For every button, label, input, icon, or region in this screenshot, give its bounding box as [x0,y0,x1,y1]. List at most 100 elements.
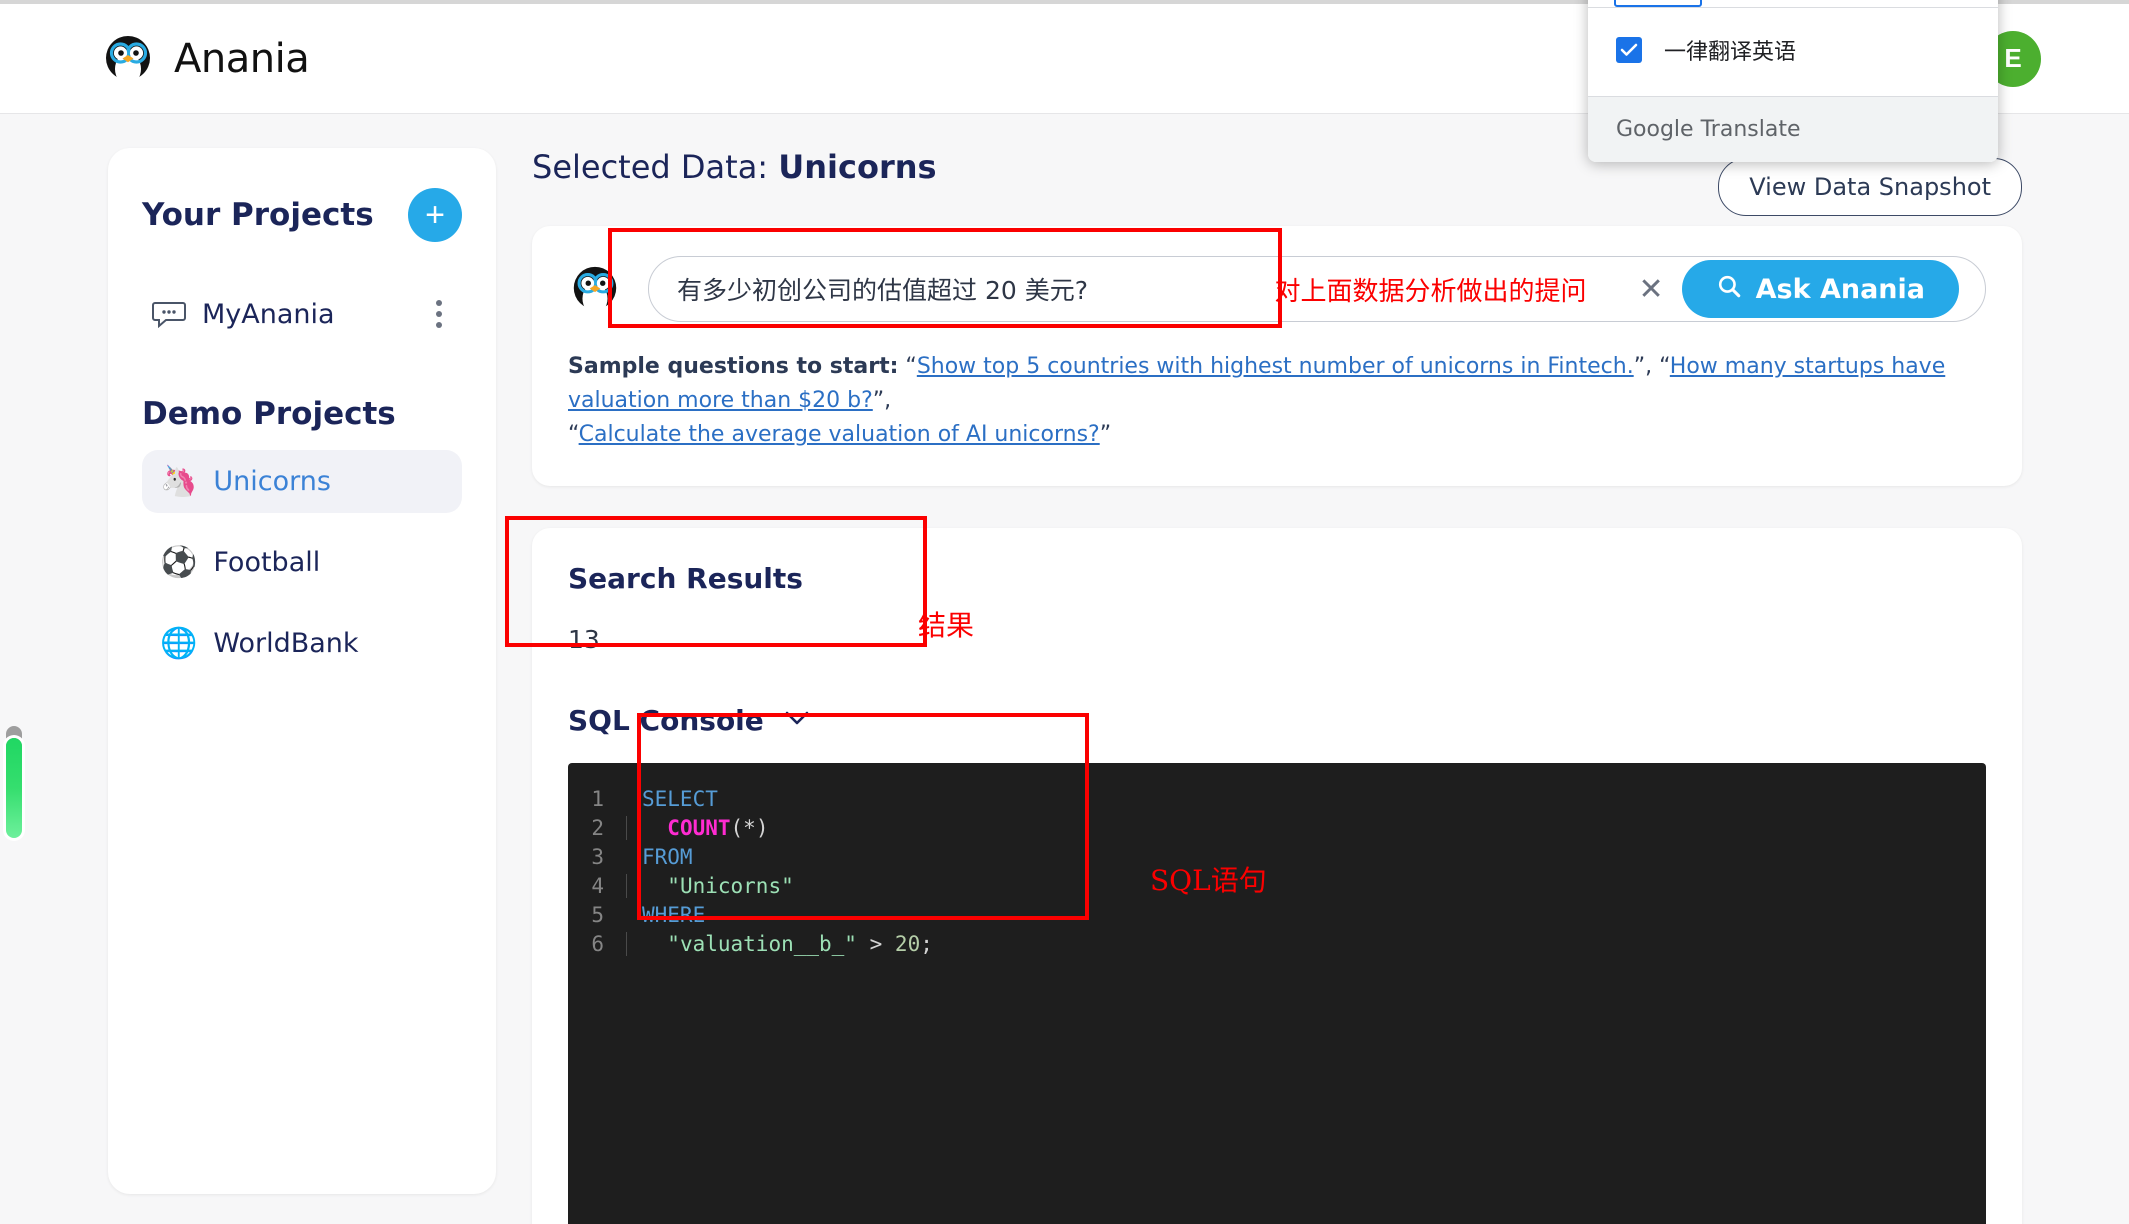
translate-footer-text: Translate [1700,117,1801,142]
close-icon[interactable]: ✕ [1621,272,1682,307]
indent-guide [626,874,627,899]
line-number: 5 [591,903,604,928]
sidebar-item-worldbank[interactable]: 🌐 WorldBank [142,612,462,675]
always-translate-label: 一律翻译英语 [1664,40,1797,65]
translate-tabs: 英语 中文（简体） [1588,0,1998,8]
code-text: FROM [626,845,693,869]
sample-question-1[interactable]: Show top 5 countries with highest number… [917,354,1634,379]
code-token: ( [730,816,744,841]
football-icon: ⚽ [160,544,198,580]
input-annotation-text: 对上面数据分析做出的提问 [1274,276,1587,307]
penguin-avatar-icon [568,262,622,316]
code-line: 3 FROM [568,845,1986,874]
line-number: 2 [591,816,604,841]
google-translate-popup: 英语 中文（简体） 一律翻译英语 Google Translate [1588,0,1998,162]
unicorn-icon: 🦄 [160,463,198,499]
sidebar-item-unicorns[interactable]: 🦄 Unicorns [142,450,462,513]
sidebar-header: Your Projects + [142,188,462,242]
sidebar-item-label: Unicorns [213,466,331,497]
chat-bubble-icon [152,300,194,328]
results-annotation-text: 结果 [918,609,975,643]
selected-data-value: Unicorns [778,148,937,186]
google-logo-text: Google [1616,117,1694,142]
your-projects-title: Your Projects [142,197,374,233]
code-line: 1 SELECT [568,787,1986,816]
code-line: 2 COUNT(*) [568,816,1986,845]
results-card: Search Results 13 结果 SQL Console 1 SELECT… [532,528,2022,1224]
demo-projects-title: Demo Projects [142,396,396,432]
ask-card: 对上面数据分析做出的提问 ✕ Ask Anania Sample q [532,226,2022,487]
sql-code-editor[interactable]: 1 SELECT 2 COUNT(*) 3 FROM 4 "Unicorns" 5 WHERE… [568,763,1986,1224]
code-text: WHERE [626,903,705,927]
tab-chinese[interactable]: 中文（简体） [1710,0,1878,7]
code-token: COUNT [667,816,731,841]
search-results-title: Search Results [568,562,803,596]
line-number: 1 [591,787,604,812]
code-token: > [869,932,883,957]
sidebar-item-label: WorldBank [213,628,359,659]
code-token: 20 [894,932,921,957]
translate-footer: Google Translate [1588,96,1998,162]
always-translate-checkbox[interactable] [1616,37,1642,63]
code-line: 4 "Unicorns" [568,874,1986,903]
code-token: WHERE [642,903,706,928]
code-text: SELECT [626,787,718,811]
search-results-value: 13 [568,625,600,655]
sql-console-title: SQL Console [568,704,764,738]
code-token: SELECT [642,787,718,812]
add-project-button[interactable]: + [408,188,462,242]
three-dots-icon[interactable] [426,294,452,334]
code-token: * [743,816,756,841]
search-input[interactable] [677,274,1241,304]
chevron-down-icon [784,710,810,731]
sidebar-item-football[interactable]: ⚽ Football [142,531,462,594]
code-text: "valuation__b_" > 20; [626,932,933,957]
ask-anania-label: Ask Anania [1755,273,1925,305]
code-token: "valuation__b_" [667,932,857,957]
line-number: 4 [591,874,604,899]
ask-row: 对上面数据分析做出的提问 ✕ Ask Anania [568,256,1986,322]
code-token: "Unicorns" [667,874,794,899]
line-number: 3 [591,845,604,870]
left-progress-indicator[interactable] [6,738,22,838]
ask-anania-button[interactable]: Ask Anania [1681,260,1959,318]
globe-icon: 🌐 [160,625,198,661]
search-icon [1716,273,1742,306]
penguin-logo-icon [100,31,156,87]
selected-data-prefix: Selected Data: [532,148,769,186]
view-data-snapshot-button[interactable]: View Data Snapshot [1718,158,2022,216]
ask-input-wrapper[interactable]: 对上面数据分析做出的提问 ✕ Ask Anania [648,256,1986,322]
indent-guide [626,816,627,841]
tab-english[interactable]: 英语 [1614,0,1702,7]
code-text: "Unicorns" [626,874,794,899]
code-lines: 1 SELECT 2 COUNT(*) 3 FROM 4 "Unicorns" 5 WHERE… [568,787,1986,961]
sidebar: Your Projects + MyAnania Demo Projects 🦄… [108,148,496,1194]
sidebar-item-myanania[interactable]: MyAnania [142,286,462,342]
code-line: 5 WHERE [568,903,1986,932]
brand-name: Anania [174,35,310,82]
translate-options: 一律翻译英语 [1588,8,1998,96]
brand[interactable]: Anania [100,31,310,87]
sample-questions-prefix: Sample questions to start: [568,354,899,379]
sample-questions: Sample questions to start: “Show top 5 c… [568,354,1946,448]
code-text: COUNT(*) [626,816,769,841]
sql-console-toggle[interactable]: SQL Console [568,704,1986,737]
app-root: Anania E Your Projects + MyAnania Demo P… [0,0,2129,1224]
sidebar-item-label: MyAnania [202,298,335,330]
code-token: FROM [642,845,693,870]
sql-annotation-text: SQL语句 [1150,864,1267,898]
page-title: Selected Data: Unicorns [532,148,937,186]
main-content: Selected Data: Unicorns View Data Snapsh… [532,148,2022,1224]
sidebar-item-label: Football [213,547,321,578]
code-line: 6 "valuation__b_" > 20; [568,932,1986,961]
sample-question-3[interactable]: Calculate the average valuation of AI un… [579,422,1100,447]
code-token: ; [920,932,933,957]
line-number: 6 [591,932,604,957]
code-token: ) [755,816,769,841]
indent-guide [626,932,627,957]
